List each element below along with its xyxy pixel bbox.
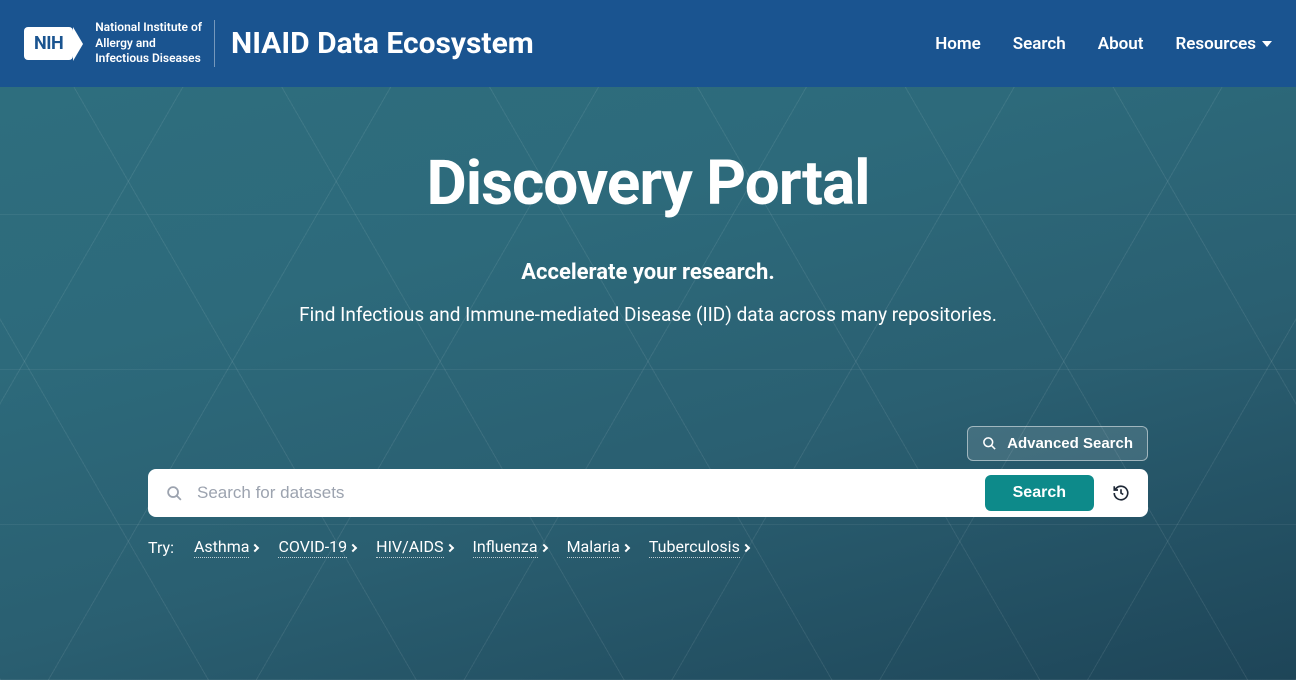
search-bar: Search <box>148 469 1148 517</box>
history-button[interactable] <box>1098 476 1144 510</box>
search-section: Advanced Search Search Tr <box>148 426 1148 558</box>
main-nav: Home Search About Resources <box>935 34 1272 54</box>
hero-section: Discovery Portal Accelerate your researc… <box>0 87 1296 680</box>
advanced-search-row: Advanced Search <box>148 426 1148 461</box>
chevron-right-icon <box>445 543 453 551</box>
search-input[interactable] <box>197 483 985 503</box>
try-link-covid[interactable]: COVID-19 <box>278 537 356 558</box>
advanced-search-button[interactable]: Advanced Search <box>967 426 1148 461</box>
search-icon <box>166 485 183 502</box>
page-title: Discovery Portal <box>0 147 1296 220</box>
logo-section: NIH National Institute of Allergy and In… <box>24 20 534 67</box>
chevron-right-icon <box>251 543 259 551</box>
try-link-tuberculosis[interactable]: Tuberculosis <box>649 537 749 558</box>
hero-description: Find Infectious and Immune-mediated Dise… <box>0 303 1296 326</box>
institute-line: Allergy and <box>95 36 202 52</box>
try-link-text: COVID-19 <box>278 537 347 558</box>
main-header: NIH National Institute of Allergy and In… <box>0 0 1296 87</box>
search-button[interactable]: Search <box>985 475 1094 511</box>
site-title[interactable]: NIAID Data Ecosystem <box>231 26 534 61</box>
try-suggestions: Try: Asthma COVID-19 HIV/AIDS Influenza … <box>148 537 1148 558</box>
chevron-right-icon <box>349 543 357 551</box>
nav-home[interactable]: Home <box>935 34 981 54</box>
try-link-malaria[interactable]: Malaria <box>567 537 629 558</box>
nav-resources-label: Resources <box>1175 34 1256 54</box>
search-icon <box>982 436 997 451</box>
hero-content: Discovery Portal Accelerate your researc… <box>0 147 1296 326</box>
institute-name: National Institute of Allergy and Infect… <box>95 20 215 67</box>
search-icon-wrap <box>152 485 197 502</box>
try-link-influenza[interactable]: Influenza <box>473 537 547 558</box>
try-link-hiv[interactable]: HIV/AIDS <box>376 537 452 558</box>
institute-line: National Institute of <box>95 20 202 36</box>
try-link-text: Tuberculosis <box>649 537 740 558</box>
try-link-asthma[interactable]: Asthma <box>194 537 258 558</box>
try-label: Try: <box>148 538 174 557</box>
chevron-down-icon <box>1262 41 1272 47</box>
hero-subtitle: Accelerate your research. <box>0 260 1296 285</box>
try-link-text: Malaria <box>567 537 620 558</box>
institute-line: Infectious Diseases <box>95 51 202 67</box>
nav-about[interactable]: About <box>1098 34 1144 54</box>
try-link-text: Asthma <box>194 537 249 558</box>
nav-resources[interactable]: Resources <box>1175 34 1272 54</box>
nih-logo[interactable]: NIH <box>24 27 73 60</box>
try-link-text: HIV/AIDS <box>376 537 443 558</box>
advanced-search-label: Advanced Search <box>1007 435 1133 452</box>
nav-search[interactable]: Search <box>1013 34 1066 54</box>
chevron-right-icon <box>742 543 750 551</box>
history-icon <box>1112 484 1130 502</box>
chevron-right-icon <box>622 543 630 551</box>
try-link-text: Influenza <box>473 537 538 558</box>
chevron-right-icon <box>539 543 547 551</box>
